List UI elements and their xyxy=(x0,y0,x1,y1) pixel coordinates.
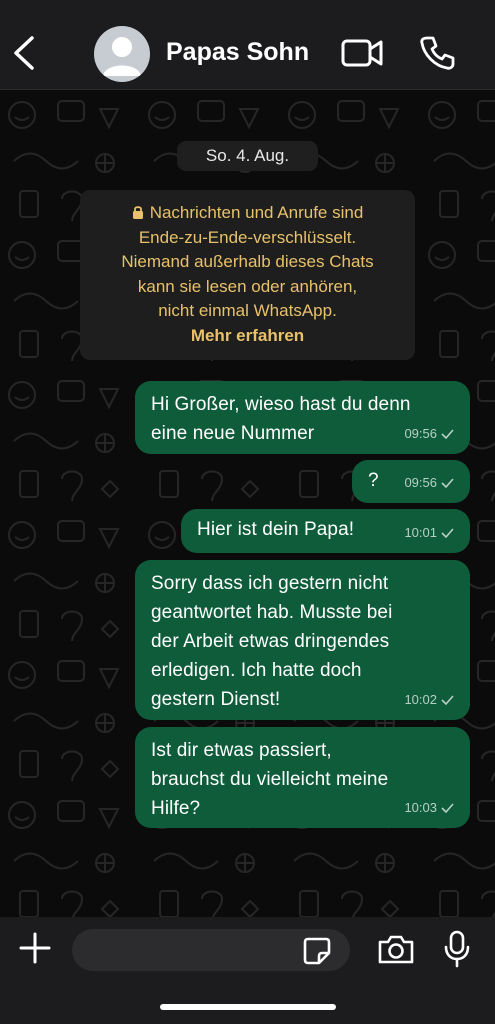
outgoing-message[interactable]: Ist dir etwas passiert, brauchst du viel… xyxy=(135,727,470,828)
notice-line-2: Ende-zu-Ende-verschlüsselt. xyxy=(138,227,357,247)
chevron-left-icon[interactable] xyxy=(10,34,40,72)
avatar[interactable] xyxy=(94,26,150,82)
message-meta: 10:02 xyxy=(404,685,454,714)
message-text: der Arbeit etwas dringendes xyxy=(151,631,390,652)
sticker-icon[interactable] xyxy=(302,936,332,966)
microphone-icon[interactable] xyxy=(443,930,471,968)
outgoing-message[interactable]: Hi Großer, wieso hast du denn eine neue … xyxy=(135,381,470,454)
message-text: brauchst du vielleicht meine xyxy=(151,769,389,790)
check-icon xyxy=(441,428,454,439)
lock-icon xyxy=(132,206,143,219)
check-icon xyxy=(441,694,454,705)
encryption-notice[interactable]: Nachrichten und Anrufe sind Ende-zu-Ende… xyxy=(80,190,415,360)
message-meta: 10:01 xyxy=(404,518,454,547)
message-time: 09:56 xyxy=(404,475,437,490)
chat-header: Papas Sohn xyxy=(0,0,495,90)
outgoing-message[interactable]: Hier ist dein Papa! 10:01 xyxy=(181,509,470,553)
home-indicator[interactable] xyxy=(160,1004,336,1010)
message-meta: 10:03 xyxy=(404,793,454,822)
message-time: 10:01 xyxy=(404,525,437,540)
check-icon xyxy=(441,477,454,488)
learn-more-link[interactable]: Mehr erfahren xyxy=(80,324,415,349)
notice-line-1: Nachrichten und Anrufe sind xyxy=(80,201,415,226)
phone-icon[interactable] xyxy=(418,34,456,72)
check-icon xyxy=(441,527,454,538)
contact-name[interactable]: Papas Sohn xyxy=(166,38,309,67)
video-camera-icon[interactable] xyxy=(340,36,384,70)
message-text: Ist dir etwas passiert, xyxy=(151,740,332,761)
person-icon xyxy=(103,37,141,76)
outgoing-message[interactable]: Sorry dass ich gestern nicht geantwortet… xyxy=(135,560,470,720)
message-meta: 09:56 xyxy=(404,468,454,497)
notice-line-3: Niemand außerhalb dieses Chats xyxy=(121,252,374,271)
notice-line-4: kann sie lesen oder anhören, xyxy=(137,276,358,296)
camera-icon[interactable] xyxy=(377,933,415,965)
message-text: Sorry dass ich gestern nicht xyxy=(151,573,389,594)
message-time: 09:56 xyxy=(404,426,437,441)
message-time: 10:03 xyxy=(404,800,437,815)
message-meta: 09:56 xyxy=(404,419,454,448)
message-text: geantwortet hab. Musste bei xyxy=(151,602,393,623)
message-text: Hi Großer, wieso hast du denn xyxy=(151,394,411,415)
message-time: 10:02 xyxy=(404,692,437,707)
notice-line-5: nicht einmal WhatsApp. xyxy=(158,301,337,320)
check-icon xyxy=(441,802,454,813)
message-text: erledigen. Ich hatte doch xyxy=(151,660,362,681)
plus-icon[interactable] xyxy=(18,931,52,965)
date-separator: So. 4. Aug. xyxy=(177,141,318,171)
outgoing-message[interactable]: ? 09:56 xyxy=(352,460,470,503)
